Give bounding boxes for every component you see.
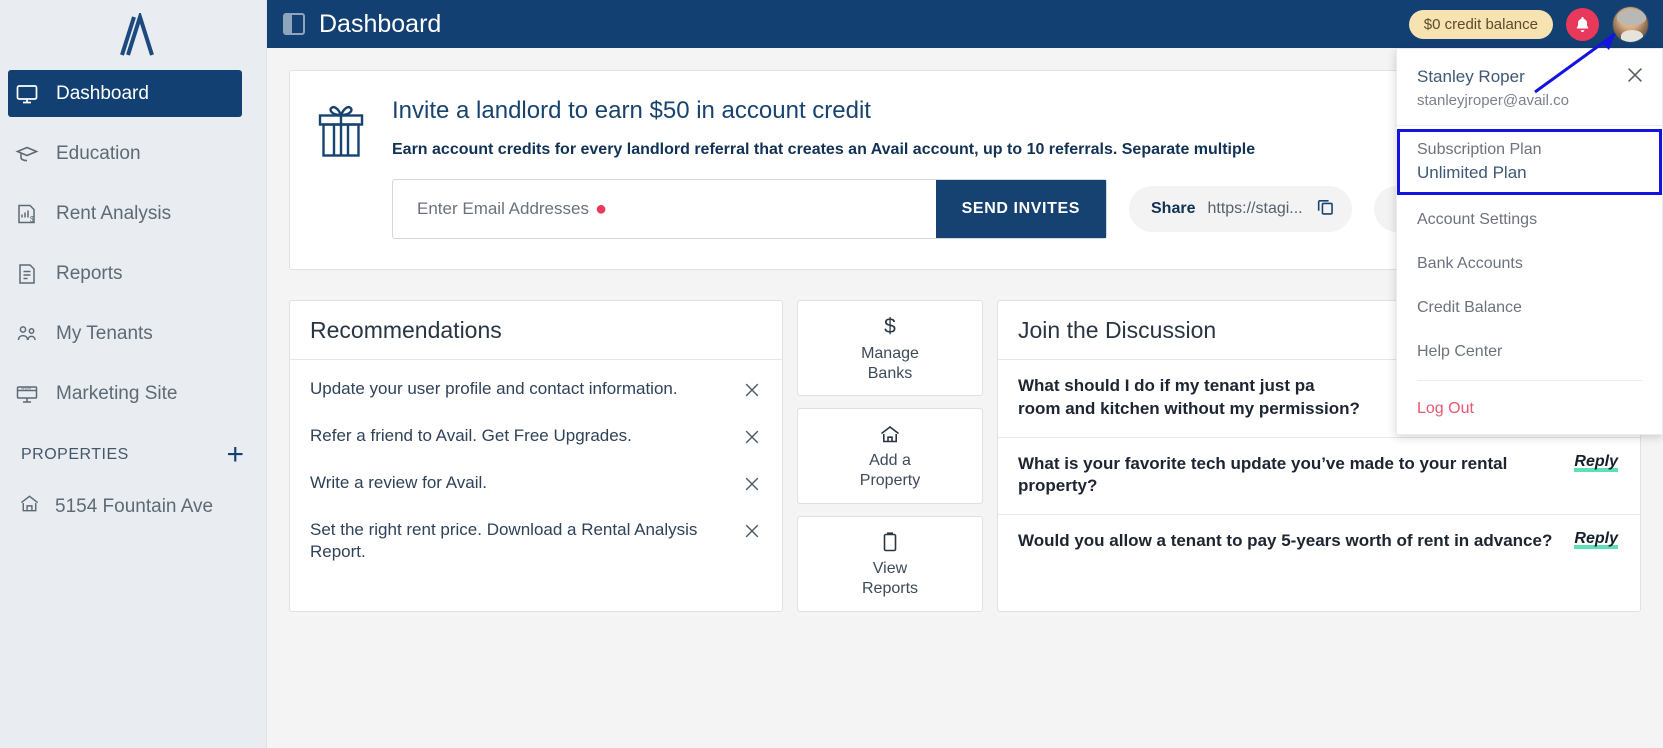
close-icon[interactable] — [742, 472, 764, 499]
quick-action-label: View Reports — [861, 559, 919, 597]
share-link-pill[interactable]: Share https://stagi... — [1129, 186, 1352, 232]
close-icon[interactable] — [1624, 64, 1646, 86]
list-item[interactable]: What is your favorite tech update you’ve… — [998, 438, 1640, 516]
report-dollar-icon: $ — [14, 201, 40, 227]
manage-banks-button[interactable]: $ Manage Banks — [797, 300, 983, 396]
quick-action-label: Add a Property — [859, 451, 921, 489]
sidebar-item-label: Reports — [56, 262, 123, 284]
required-indicator: ● — [594, 197, 608, 220]
view-reports-button[interactable]: View Reports — [797, 516, 983, 612]
sidebar-item-label: My Tenants — [56, 322, 153, 344]
main-area: Dashboard $0 credit balance Invite a lan… — [267, 0, 1663, 748]
menu-item-log-out[interactable]: Log Out — [1397, 387, 1662, 434]
sidebar: Dashboard Education $ Rent Analysis Repo… — [0, 0, 267, 748]
recommendations-list: Update your user profile and contact inf… — [290, 360, 782, 574]
user-email: stanleyjroper@avail.co — [1417, 92, 1569, 109]
menu-divider — [1417, 380, 1642, 381]
user-name: Stanley Roper — [1417, 67, 1525, 86]
close-icon[interactable] — [742, 425, 764, 452]
house-icon — [18, 492, 41, 521]
add-property-button[interactable]: + — [226, 440, 244, 470]
web-monitor-icon: WWW — [14, 381, 40, 407]
avail-logo-icon — [120, 13, 154, 56]
sidebar-item-dashboard[interactable]: Dashboard — [8, 70, 242, 117]
menu-item-bank-accounts[interactable]: Bank Accounts — [1397, 242, 1662, 286]
menu-item-account-settings[interactable]: Account Settings — [1397, 198, 1662, 242]
svg-text:$: $ — [884, 315, 896, 338]
share-url: https://stagi... — [1207, 200, 1303, 217]
share-label: Share — [1151, 200, 1196, 217]
sidebar-item-education[interactable]: Education — [0, 130, 266, 177]
gift-icon — [314, 97, 370, 239]
user-menu-dropdown: Stanley Roper stanleyjroper@avail.co Sub… — [1396, 48, 1663, 435]
recommendations-header: Recommendations — [290, 301, 782, 360]
menu-item-help-center[interactable]: Help Center — [1397, 330, 1662, 374]
panel-toggle-icon[interactable] — [283, 13, 305, 35]
home-icon — [881, 425, 899, 442]
reply-link[interactable]: Reply — [1574, 530, 1618, 550]
svg-text:$: $ — [30, 215, 35, 224]
subscription-plan-item[interactable]: Subscription Plan Unlimited Plan — [1397, 129, 1662, 195]
add-property-button[interactable]: Add a Property — [797, 408, 983, 504]
sidebar-item-my-tenants[interactable]: My Tenants — [0, 310, 266, 357]
sidebar-item-marketing-site[interactable]: WWW Marketing Site — [0, 370, 266, 417]
graduation-cap-icon — [14, 141, 40, 167]
credit-balance-badge[interactable]: $0 credit balance — [1408, 9, 1553, 39]
list-item[interactable]: Would you allow a tenant to pay 5-years … — [998, 515, 1640, 569]
list-item[interactable]: Set the right rent price. Download a Ren… — [290, 509, 782, 574]
properties-header: PROPERTIES + — [0, 430, 266, 476]
recommendation-text: Refer a friend to Avail. Get Free Upgrad… — [310, 426, 632, 445]
recommendation-text: Update your user profile and contact inf… — [310, 379, 678, 398]
reply-link[interactable]: Reply — [1574, 452, 1618, 472]
menu-item-credit-balance[interactable]: Credit Balance — [1397, 286, 1662, 330]
people-icon — [14, 321, 40, 347]
clipboard-icon — [883, 531, 897, 551]
properties-title: PROPERTIES — [21, 446, 129, 463]
list-item[interactable]: Refer a friend to Avail. Get Free Upgrad… — [290, 415, 782, 462]
avail-logo[interactable] — [0, 0, 266, 70]
discussion-question: Would you allow a tenant to pay 5-years … — [1018, 531, 1553, 551]
sidebar-item-label: Education — [56, 142, 141, 164]
email-input-group[interactable]: Enter Email Addresses ● SEND INVITES — [392, 179, 1107, 239]
recommendation-text: Write a review for Avail. — [310, 473, 487, 492]
sidebar-nav: Dashboard Education $ Rent Analysis Repo… — [0, 70, 266, 417]
quick-actions-column: $ Manage Banks Add a Property View Repor… — [797, 300, 983, 612]
sidebar-item-label: Dashboard — [56, 82, 149, 104]
list-item[interactable]: Update your user profile and contact inf… — [290, 368, 782, 415]
recommendation-text: Set the right rent price. Download a Ren… — [310, 520, 698, 562]
top-bar-right: $0 credit balance — [1408, 5, 1649, 43]
sidebar-property-item[interactable]: 5154 Fountain Ave — [0, 476, 266, 521]
user-menu-header: Stanley Roper stanleyjroper@avail.co — [1397, 49, 1662, 126]
copy-icon[interactable] — [1315, 196, 1336, 222]
close-icon[interactable] — [742, 378, 764, 405]
sidebar-item-label: Marketing Site — [56, 382, 178, 404]
property-label: 5154 Fountain Ave — [55, 495, 214, 517]
bell-icon — [1576, 16, 1589, 32]
sidebar-item-label: Rent Analysis — [56, 202, 172, 224]
recommendations-title: Recommendations — [310, 317, 502, 343]
page-title: Dashboard — [319, 9, 442, 38]
recommendations-card: Recommendations Update your user profile… — [289, 300, 783, 612]
sidebar-item-reports[interactable]: Reports — [0, 250, 266, 297]
dollar-icon: $ — [884, 315, 896, 338]
sidebar-item-rent-analysis[interactable]: $ Rent Analysis — [0, 190, 266, 237]
monitor-icon — [14, 81, 40, 107]
email-placeholder: Enter Email Addresses ● — [417, 198, 607, 221]
list-item[interactable]: Write a review for Avail. — [290, 462, 782, 509]
email-placeholder-text: Enter Email Addresses — [417, 198, 589, 218]
avatar[interactable] — [1612, 5, 1649, 43]
discussion-question: What should I do if my tenant just pa ro… — [1018, 376, 1360, 418]
discussion-question: What is your favorite tech update you’ve… — [1018, 453, 1508, 496]
quick-action-label: Manage Banks — [861, 344, 919, 382]
send-invites-button[interactable]: SEND INVITES — [935, 180, 1106, 238]
app-root: Dashboard Education $ Rent Analysis Repo… — [0, 0, 1663, 748]
subscription-plan-value: Unlimited Plan — [1417, 163, 1527, 182]
notifications-button[interactable] — [1566, 7, 1599, 41]
close-icon[interactable] — [742, 519, 764, 546]
top-bar-left: Dashboard — [283, 10, 441, 39]
top-bar: Dashboard $0 credit balance — [267, 0, 1663, 48]
subscription-plan-label: Subscription Plan — [1417, 141, 1542, 158]
document-list-icon — [14, 261, 40, 287]
svg-text:WWW: WWW — [21, 386, 32, 390]
